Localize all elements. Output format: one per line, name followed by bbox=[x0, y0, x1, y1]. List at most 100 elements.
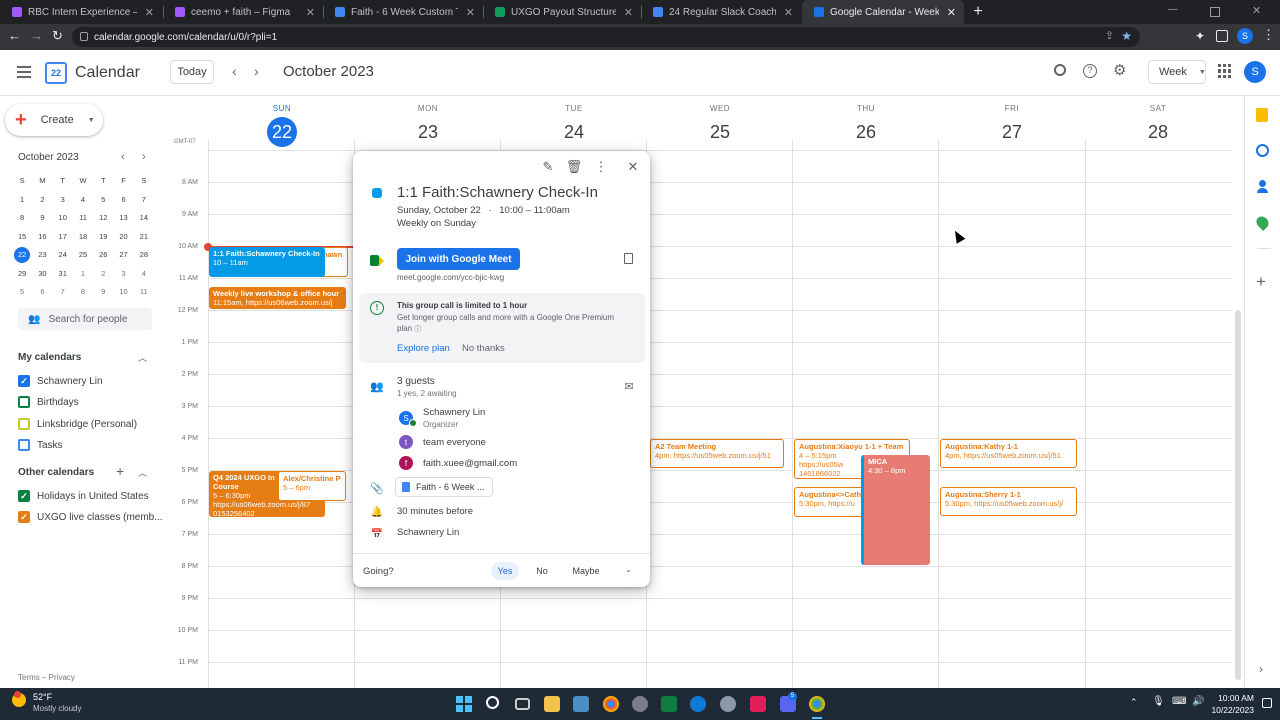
file-explorer-icon[interactable] bbox=[544, 696, 560, 712]
calendar-event[interactable]: Augustina:Sherry 1-1 5:30pm, https://us0… bbox=[940, 487, 1077, 516]
rsvp-dropdown-chevron-icon[interactable]: ⌄ bbox=[625, 565, 632, 574]
clock-date[interactable]: 10/22/2023 bbox=[1204, 705, 1254, 715]
checkbox[interactable] bbox=[18, 396, 30, 408]
calendar-item[interactable]: ✓ Schawnery Lin bbox=[18, 372, 103, 390]
minical-prev-chevron-icon[interactable]: ‹ bbox=[121, 151, 125, 163]
browser-tab[interactable]: Faith - 6 Week Custom Timeline ✕ bbox=[323, 0, 483, 24]
guest-name[interactable]: faith.xuee@gmail.com bbox=[423, 458, 517, 469]
calendar-event[interactable]: Augustina<>Cath 5:30pm, https://u bbox=[794, 487, 868, 517]
calendar-event[interactable]: Weekly live workshop & office hour 7 11:… bbox=[209, 287, 346, 309]
close-tab-icon[interactable]: ✕ bbox=[784, 6, 793, 19]
minical-day[interactable]: 14 bbox=[134, 209, 154, 228]
calendar-item[interactable]: Tasks bbox=[18, 436, 63, 454]
expand-panel-chevron-icon[interactable]: › bbox=[1259, 662, 1263, 676]
keep-icon[interactable] bbox=[1256, 108, 1268, 122]
checkbox-checked[interactable]: ✓ bbox=[18, 511, 30, 523]
share-icon[interactable]: ⇪ bbox=[1105, 29, 1114, 42]
minical-day[interactable]: 6 bbox=[113, 191, 133, 210]
minical-day[interactable]: 15 bbox=[12, 228, 32, 247]
minical-day[interactable]: 4 bbox=[134, 265, 154, 284]
minical-day[interactable]: 16 bbox=[32, 228, 52, 247]
tasks-icon[interactable] bbox=[1256, 144, 1269, 157]
close-tab-icon[interactable]: ✕ bbox=[145, 6, 154, 19]
day-header-thu[interactable]: THU 26 bbox=[793, 104, 939, 147]
minical-day[interactable]: 13 bbox=[113, 209, 133, 228]
calendar-item[interactable]: Linksbridge (Personal) bbox=[18, 415, 137, 433]
calendar-event[interactable]: A2 Team Meeting 4pm, https://us05web.zoo… bbox=[650, 439, 784, 468]
search-icon[interactable] bbox=[1054, 64, 1066, 76]
bookmark-star-icon[interactable]: ★ bbox=[1121, 29, 1132, 43]
day-header-sun[interactable]: SUN 22 bbox=[209, 104, 355, 147]
minical-day[interactable]: 7 bbox=[134, 191, 154, 210]
clock-time[interactable]: 10:00 AM bbox=[1212, 693, 1254, 703]
my-calendars-title[interactable]: My calendars bbox=[18, 352, 81, 363]
minical-day[interactable]: 8 bbox=[73, 283, 93, 302]
more-options-icon[interactable]: ⋮ bbox=[594, 159, 608, 174]
edit-pencil-icon[interactable]: ✎ bbox=[541, 159, 555, 174]
minical-day[interactable]: 9 bbox=[93, 283, 113, 302]
extensions-icon[interactable]: ✦ bbox=[1195, 29, 1205, 43]
create-button[interactable]: + Create ▼ bbox=[5, 104, 103, 136]
network-icon[interactable]: ⌨ bbox=[1172, 696, 1186, 707]
browser-tab[interactable]: ceemo + faith – Figma ✕ bbox=[163, 0, 323, 24]
calendar-item[interactable]: Birthdays bbox=[18, 393, 79, 411]
close-tab-icon[interactable]: ✕ bbox=[306, 6, 315, 19]
terms-privacy-link[interactable]: Terms – Privacy bbox=[18, 673, 75, 682]
calendar-event[interactable]: Augustina:Kathy 1-1 4pm, https://us05web… bbox=[940, 439, 1077, 468]
minical-day[interactable]: 5 bbox=[93, 191, 113, 210]
minical-day[interactable]: 31 bbox=[53, 265, 73, 284]
calendar-event[interactable]: Alex/Christine Po 5 – 6pm bbox=[278, 471, 346, 501]
day-header-sat[interactable]: SAT 28 bbox=[1085, 104, 1231, 147]
email-guests-icon[interactable]: ✉ bbox=[622, 379, 636, 393]
task-view-icon[interactable] bbox=[515, 698, 530, 710]
photos-icon[interactable] bbox=[573, 696, 589, 712]
minical-day[interactable]: 9 bbox=[32, 209, 52, 228]
forward-arrow-icon[interactable]: → bbox=[30, 28, 43, 43]
new-tab-button[interactable]: + bbox=[970, 3, 986, 21]
xbox-icon[interactable] bbox=[661, 696, 677, 712]
minical-day[interactable]: 11 bbox=[134, 283, 154, 302]
close-tab-icon[interactable]: ✕ bbox=[947, 6, 956, 19]
collapse-chevron-icon[interactable]: ︿ bbox=[138, 351, 147, 364]
slack-icon[interactable] bbox=[750, 696, 766, 712]
contacts-icon[interactable] bbox=[1257, 180, 1268, 193]
rsvp-maybe-button[interactable]: Maybe bbox=[565, 562, 607, 580]
browser-tab[interactable]: UXGO Payout Structure (UXD Co ✕ bbox=[483, 0, 641, 24]
today-button[interactable]: Today bbox=[170, 60, 214, 84]
account-avatar[interactable]: S bbox=[1244, 61, 1266, 83]
close-window-icon[interactable]: ✕ bbox=[1252, 4, 1261, 17]
reload-icon[interactable]: ↻ bbox=[52, 28, 63, 44]
windows-start-icon[interactable] bbox=[456, 696, 472, 712]
checkbox-checked[interactable]: ✓ bbox=[18, 375, 30, 387]
minical-day[interactable]: 28 bbox=[134, 246, 154, 265]
minical-day[interactable]: 10 bbox=[53, 209, 73, 228]
main-menu-icon[interactable] bbox=[17, 66, 31, 78]
previous-week-chevron-icon[interactable]: ‹ bbox=[232, 63, 237, 79]
minical-day[interactable]: 17 bbox=[53, 228, 73, 247]
minical-day[interactable]: 20 bbox=[113, 228, 133, 247]
rsvp-no-button[interactable]: No bbox=[528, 562, 556, 580]
view-selector[interactable]: Week ▼ bbox=[1148, 60, 1206, 84]
minical-next-chevron-icon[interactable]: › bbox=[142, 151, 146, 163]
no-thanks-button[interactable]: No thanks bbox=[462, 343, 505, 354]
minical-day[interactable]: 19 bbox=[93, 228, 113, 247]
minical-day[interactable]: 10 bbox=[113, 283, 133, 302]
minical-day[interactable]: 3 bbox=[113, 265, 133, 284]
back-arrow-icon[interactable]: ← bbox=[8, 28, 21, 43]
browser-tab[interactable]: 24 Regular Slack Coach Services ✕ bbox=[641, 0, 801, 24]
meet-link[interactable]: meet.google.com/ycc-bjic-kwg bbox=[397, 273, 504, 282]
join-meet-button[interactable]: Join with Google Meet bbox=[397, 248, 520, 270]
add-addon-plus-icon[interactable]: + bbox=[1256, 272, 1266, 292]
minical-day[interactable]: 24 bbox=[53, 246, 73, 265]
minical-day[interactable]: 2 bbox=[32, 191, 52, 210]
minical-day[interactable]: 22 bbox=[12, 246, 32, 265]
browser-tab-active[interactable]: Google Calendar - Week of Octo ✕ bbox=[802, 0, 964, 24]
day-header-mon[interactable]: MON 23 bbox=[355, 104, 501, 147]
volume-icon[interactable]: 🔊 bbox=[1192, 696, 1204, 707]
rsvp-yes-button[interactable]: Yes bbox=[491, 562, 519, 580]
taskbar-search-icon[interactable] bbox=[486, 696, 499, 709]
grid-scrollbar[interactable] bbox=[1235, 310, 1241, 680]
calendar-item[interactable]: ✓ UXGO live classes (memb... bbox=[18, 508, 163, 526]
explore-plan-button[interactable]: Explore plan bbox=[397, 343, 450, 354]
close-tab-icon[interactable]: ✕ bbox=[466, 6, 475, 19]
